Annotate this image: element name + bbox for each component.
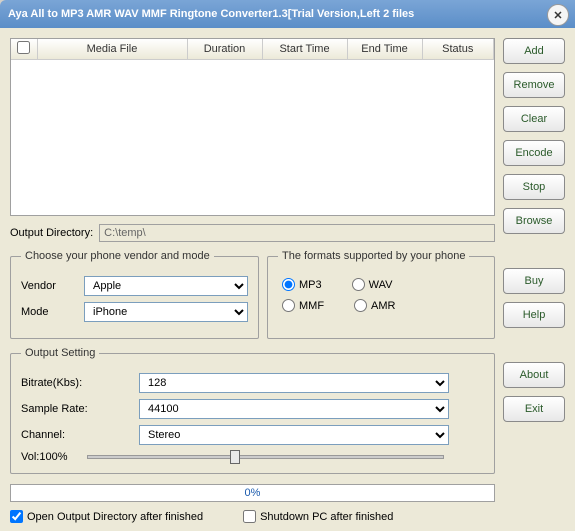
help-button[interactable]: Help bbox=[503, 302, 565, 328]
column-duration[interactable]: Duration bbox=[187, 39, 262, 59]
output-setting-legend: Output Setting bbox=[21, 347, 99, 359]
bitrate-label: Bitrate(Kbs): bbox=[21, 377, 131, 389]
output-setting-group: Output Setting Bitrate(Kbs): 128 Sample … bbox=[10, 347, 495, 474]
shutdown-checkbox[interactable]: Shutdown PC after finished bbox=[243, 510, 393, 523]
content-area: Media File Duration Start Time End Time … bbox=[0, 28, 575, 531]
add-button[interactable]: Add bbox=[503, 38, 565, 64]
exit-button[interactable]: Exit bbox=[503, 396, 565, 422]
title-bar: Aya All to MP3 AMR WAV MMF Ringtone Conv… bbox=[0, 0, 575, 28]
volume-slider[interactable] bbox=[87, 455, 444, 459]
column-start-time[interactable]: Start Time bbox=[262, 39, 347, 59]
output-directory-label: Output Directory: bbox=[10, 227, 93, 239]
vendor-label: Vendor bbox=[21, 280, 76, 292]
mode-select[interactable]: iPhone bbox=[84, 302, 248, 322]
formats-group: The formats supported by your phone MP3 … bbox=[267, 250, 495, 339]
remove-button[interactable]: Remove bbox=[503, 72, 565, 98]
vendor-legend: Choose your phone vendor and mode bbox=[21, 250, 214, 262]
file-table[interactable]: Media File Duration Start Time End Time … bbox=[10, 38, 495, 216]
window-title: Aya All to MP3 AMR WAV MMF Ringtone Conv… bbox=[8, 8, 414, 20]
close-icon: ✕ bbox=[553, 9, 562, 22]
format-amr[interactable]: AMR bbox=[354, 299, 395, 312]
channel-select[interactable]: Stereo bbox=[139, 425, 449, 445]
about-button[interactable]: About bbox=[503, 362, 565, 388]
output-directory-field[interactable] bbox=[99, 224, 495, 242]
formats-legend: The formats supported by your phone bbox=[278, 250, 469, 262]
volume-label: Vol:100% bbox=[21, 451, 67, 463]
buy-button[interactable]: Buy bbox=[503, 268, 565, 294]
vendor-group: Choose your phone vendor and mode Vendor… bbox=[10, 250, 259, 339]
vendor-select[interactable]: Apple bbox=[84, 276, 248, 296]
clear-button[interactable]: Clear bbox=[503, 106, 565, 132]
bitrate-select[interactable]: 128 bbox=[139, 373, 449, 393]
column-checkbox[interactable] bbox=[11, 39, 37, 59]
select-all-checkbox[interactable] bbox=[17, 41, 30, 54]
encode-button[interactable]: Encode bbox=[503, 140, 565, 166]
progress-bar: 0% bbox=[10, 484, 495, 502]
format-mp3[interactable]: MP3 bbox=[282, 278, 322, 291]
channel-label: Channel: bbox=[21, 429, 131, 441]
column-status[interactable]: Status bbox=[422, 39, 494, 59]
format-wav[interactable]: WAV bbox=[352, 278, 393, 291]
column-media-file[interactable]: Media File bbox=[37, 39, 187, 59]
slider-thumb[interactable] bbox=[230, 450, 240, 464]
format-mmf[interactable]: MMF bbox=[282, 299, 324, 312]
sample-rate-label: Sample Rate: bbox=[21, 403, 131, 415]
close-button[interactable]: ✕ bbox=[547, 4, 569, 26]
open-output-checkbox[interactable]: Open Output Directory after finished bbox=[10, 510, 203, 523]
mode-label: Mode bbox=[21, 306, 76, 318]
column-end-time[interactable]: End Time bbox=[347, 39, 422, 59]
stop-button[interactable]: Stop bbox=[503, 174, 565, 200]
progress-text: 0% bbox=[245, 487, 261, 499]
browse-button[interactable]: Browse bbox=[503, 208, 565, 234]
sample-rate-select[interactable]: 44100 bbox=[139, 399, 449, 419]
